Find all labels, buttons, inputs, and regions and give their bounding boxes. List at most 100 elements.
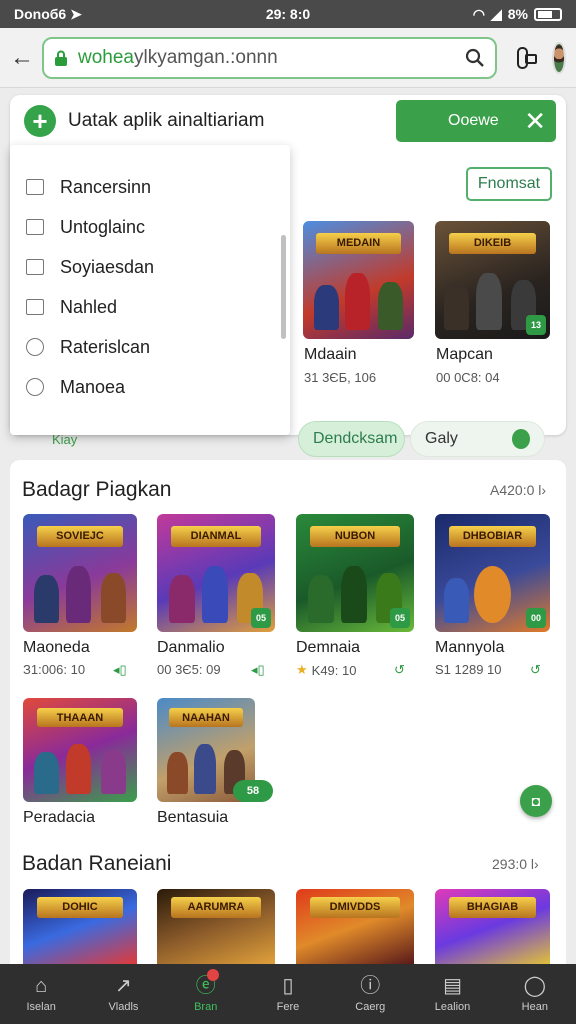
home-icon: ⌂ xyxy=(35,975,48,997)
chat-icon xyxy=(26,378,44,396)
tabs-icon[interactable] xyxy=(517,46,538,69)
game-thumb-4[interactable]: DHBOBIAR 00 xyxy=(435,514,550,632)
section-title: Badagr Piagkan xyxy=(22,478,172,501)
document-icon xyxy=(26,179,44,195)
carrier-label: Donoб6 ➤ xyxy=(14,5,82,22)
battery-icon xyxy=(534,7,562,21)
open-button-label: Ooewe xyxy=(448,112,499,129)
search-icon[interactable] xyxy=(465,48,485,68)
game-thumb-5[interactable]: THAAAN xyxy=(23,698,137,802)
menu-scrollbar[interactable] xyxy=(281,235,286,339)
nav-item-arrow[interactable]: ↗ Vladls xyxy=(82,964,164,1024)
add-app-row[interactable]: + Uatak aplik ainaltiariam xyxy=(24,105,264,137)
arrow-icon: ↗ xyxy=(115,975,132,997)
open-button[interactable]: Ooewe ✕ xyxy=(396,100,556,142)
game-title-2: Danmalio xyxy=(157,639,225,656)
back-arrow-icon[interactable]: ← xyxy=(10,44,34,72)
featured-thumb-2[interactable]: DIKEIB 13 xyxy=(435,221,550,339)
nav-label: Vladls xyxy=(108,1001,139,1013)
rating-badge-value: 58 xyxy=(246,785,260,797)
gallery-chip[interactable]: Galy xyxy=(410,421,545,457)
section-see-all-link-2[interactable]: 293:0 l› xyxy=(492,856,539,872)
nav-item-home[interactable]: ⌂ Iselan xyxy=(0,964,82,1024)
nav-label: Fere xyxy=(276,1001,300,1013)
plus-icon[interactable]: + xyxy=(24,105,56,137)
menu-item-2[interactable]: Untoglainc xyxy=(10,207,290,247)
download-chip[interactable]: Dendcksam xyxy=(298,421,405,457)
menu-item-label: Raterislcan xyxy=(60,336,151,357)
rating-badge: 05 xyxy=(390,608,410,628)
thumb-banner: BHAGIAB xyxy=(448,896,537,918)
window-icon xyxy=(26,219,44,235)
refresh-icon[interactable]: ↺ xyxy=(530,662,541,678)
game-meta-1: З1:006: 10 xyxy=(23,662,86,677)
thumb-banner: DIANMAL xyxy=(171,525,261,548)
menu-item-label: Rancersinn xyxy=(60,176,152,197)
battery-percent: 8% xyxy=(507,6,528,22)
menu-item-label: Soyiaesdan xyxy=(60,256,155,277)
thumb-banner: THAAAN xyxy=(36,708,124,728)
game-meta-3: ★ K49: 10 xyxy=(296,662,356,678)
url-text: woheaylkyamgan.:onnn xyxy=(78,46,278,68)
nav-label: Lealion xyxy=(434,1001,471,1013)
game-title-4: Mannyola xyxy=(435,639,505,656)
notification-dot xyxy=(207,969,220,981)
menu-item-3[interactable]: Soyiaesdan xyxy=(10,247,290,287)
thumb-banner: MEDAIN xyxy=(316,232,401,255)
format-button[interactable]: Fnomsat xyxy=(466,167,552,201)
nav-item-file[interactable]: ▯ Fere xyxy=(247,964,329,1024)
game-meta-4: S1 1289 10 xyxy=(435,662,502,677)
gallery-chip-label: Galy xyxy=(425,430,458,447)
nav-item-info[interactable]: ⓘ Caerg xyxy=(329,964,411,1024)
menu-item-4[interactable]: Nahled xyxy=(10,287,290,327)
menu-item-1[interactable]: Rancersinn xyxy=(10,167,290,207)
game-thumb-10[interactable]: BHAGIAB xyxy=(435,889,550,964)
add-app-label: Uatak aplik ainaltiariam xyxy=(68,110,265,131)
game-thumb-8[interactable]: AARUMRA xyxy=(157,889,275,964)
nav-item-library[interactable]: ▤ Lealion xyxy=(411,964,493,1024)
menu-item-6[interactable]: Manoea xyxy=(10,367,290,407)
address-bar[interactable]: woheaylkyamgan.:onnn xyxy=(42,36,497,79)
lock-icon xyxy=(55,50,67,66)
menu-item-label: Untoglainc xyxy=(60,216,146,237)
menu-item-5[interactable]: Raterislcan xyxy=(10,327,290,367)
link-icon xyxy=(26,338,44,356)
thumb-banner: NUBON xyxy=(310,525,400,548)
browser-toolbar: ← woheaylkyamgan.:onnn xyxy=(0,28,576,88)
thumb-banner: NAAHAN xyxy=(168,708,244,728)
game-title-5: Peradacia xyxy=(23,809,96,826)
game-title-1: Maoneda xyxy=(23,639,90,656)
thumb-banner: DMIVDDS xyxy=(310,896,400,918)
thumb-banner: DIKEIB xyxy=(448,232,537,255)
game-thumb-3[interactable]: NUBON 05 xyxy=(296,514,414,632)
library-icon: ▤ xyxy=(443,975,462,997)
thumb-banner: DOHIC xyxy=(36,896,124,918)
game-meta-3-value: K49: 10 xyxy=(311,662,357,678)
game-thumb-1[interactable]: SOVIEJC xyxy=(23,514,137,632)
leaf-icon xyxy=(511,429,530,449)
section-see-all-link[interactable]: A420:0 l› xyxy=(490,482,546,498)
signal-icon: ◢ xyxy=(490,5,502,22)
menu-item-label: Nahled xyxy=(60,296,118,317)
refresh-icon[interactable]: ↺ xyxy=(394,662,405,678)
section-title-2: Badan Raneiani xyxy=(22,852,172,875)
download-icon[interactable]: ◂▯ xyxy=(113,662,127,678)
wifi-icon: ◠ xyxy=(472,5,485,22)
bottom-navigation: ⌂ Iselan ↗ Vladls ⓔ Bran ▯ Fere ⓘ Caerg … xyxy=(0,964,576,1024)
avatar[interactable] xyxy=(552,41,566,74)
thumb-banner: DHBOBIAR xyxy=(448,525,537,548)
info-icon: ⓘ xyxy=(360,975,381,997)
bookmark-fab[interactable]: ◘ xyxy=(520,785,552,817)
featured-thumb-1[interactable]: MEDAIN xyxy=(303,221,414,339)
nav-label: Hean xyxy=(521,1001,548,1013)
close-icon[interactable]: ✕ xyxy=(524,106,546,137)
thumb-banner: SOVIEJC xyxy=(36,525,124,548)
profile-icon: ◯ xyxy=(523,975,547,997)
download-icon[interactable]: ◂▯ xyxy=(251,662,265,678)
nav-item-profile[interactable]: ◯ Hean xyxy=(494,964,576,1024)
rating-badge: 13 xyxy=(526,315,546,335)
game-thumb-2[interactable]: DIANMAL 05 xyxy=(157,514,275,632)
nav-item-store[interactable]: ⓔ Bran xyxy=(165,964,247,1024)
game-thumb-7[interactable]: DOHIC xyxy=(23,889,137,964)
game-thumb-9[interactable]: DMIVDDS xyxy=(296,889,414,964)
